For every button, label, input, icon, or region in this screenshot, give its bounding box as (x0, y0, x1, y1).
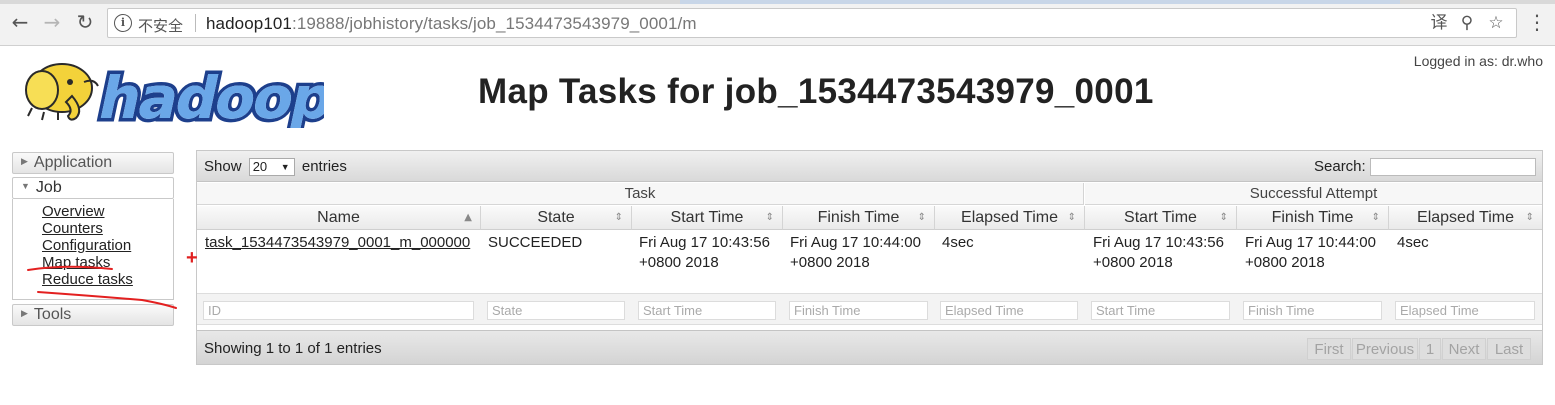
pagination-last[interactable]: Last (1487, 338, 1531, 360)
filter-attempt-finish-time-input[interactable]: Finish Time (1243, 301, 1382, 320)
sidebar-job[interactable]: ▼ Job (12, 177, 174, 199)
group-header-task: Task (197, 183, 1084, 205)
page-length-select[interactable]: 20 ▼ (248, 158, 295, 176)
sidebar-link-counters[interactable]: Counters (42, 220, 103, 237)
site-info-icon[interactable]: i (114, 14, 132, 32)
sidebar-application[interactable]: ▶ Application (12, 152, 174, 174)
column-header-elapsed-time[interactable]: Elapsed Time ⇕ (935, 206, 1085, 230)
red-annotation-marks (27, 265, 177, 309)
entries-label: entries (301, 158, 347, 175)
filter-attempt-start-time-input[interactable]: Start Time (1091, 301, 1230, 320)
browser-menu-icon[interactable]: ⋮ (1527, 9, 1547, 35)
pagination-next[interactable]: Next (1442, 338, 1486, 360)
address-url[interactable]: hadoop101:19888/jobhistory/tasks/job_153… (206, 14, 697, 34)
logged-in-user: Logged in as: dr.who (1413, 53, 1543, 69)
security-label: 不安全 (138, 17, 184, 35)
filter-id-input[interactable]: ID (203, 301, 474, 320)
search-input[interactable] (1370, 158, 1536, 176)
table-info: Showing 1 to 1 of 1 entries (204, 340, 382, 357)
zoom-icon[interactable]: ⚲ (1456, 12, 1478, 34)
active-tab-edge[interactable] (680, 0, 1400, 4)
sidebar-application-label: Application (33, 154, 113, 172)
sort-both-icon: ⇕ (1525, 212, 1534, 223)
bookmark-star-icon[interactable]: ☆ (1485, 12, 1507, 34)
address-divider (195, 14, 196, 32)
attempt-finish-time: Fri Aug 17 10:44:00 +0800 2018 (1245, 234, 1376, 271)
group-header-successful-attempt: Successful Attempt (1085, 183, 1542, 205)
column-header-name[interactable]: Name ▲ (197, 206, 481, 230)
sidebar-job-label: Job (35, 179, 62, 197)
sort-both-icon: ⇕ (917, 212, 926, 223)
table-footer: Showing 1 to 1 of 1 entries First Previo… (197, 330, 1542, 364)
translate-icon[interactable]: 译 (1428, 12, 1450, 34)
chevron-down-icon: ▼ (280, 162, 290, 172)
table-toolbar: Show 20 ▼ entries Search: (197, 151, 1542, 182)
sort-asc-icon: ▲ (464, 212, 472, 223)
svg-text:hadoop: hadoop (93, 65, 324, 128)
address-bar[interactable]: i 不安全 hadoop101:19888/jobhistory/tasks/j… (107, 8, 1517, 38)
column-header-finish-time[interactable]: Finish Time ⇕ (783, 206, 935, 230)
sort-both-icon: ⇕ (1067, 212, 1076, 223)
column-header-attempt-elapsed-time[interactable]: Elapsed Time ⇕ (1389, 206, 1542, 230)
column-header-attempt-start-time[interactable]: Start Time ⇕ (1085, 206, 1237, 230)
browser-toolbar: ← → ↻ i 不安全 hadoop101:19888/jobhistory/t… (0, 0, 1555, 46)
sort-both-icon: ⇕ (614, 212, 623, 223)
sort-both-icon: ⇕ (765, 212, 774, 223)
sidebar-link-configuration[interactable]: Configuration (42, 237, 131, 254)
show-label: Show (204, 158, 242, 175)
task-state: SUCCEEDED (488, 234, 583, 251)
task-finish-time: Fri Aug 17 10:44:00 +0800 2018 (790, 234, 921, 271)
attempt-elapsed-time: 4sec (1397, 234, 1429, 251)
map-tasks-table: Show 20 ▼ entries Search: Task Successful… (196, 150, 1543, 365)
collapsed-arrow-icon: ▶ (21, 156, 28, 166)
filter-attempt-elapsed-time-input[interactable]: Elapsed Time (1395, 301, 1535, 320)
expanded-arrow-icon: ▼ (21, 181, 30, 191)
reload-icon[interactable]: ↻ (73, 10, 97, 34)
task-elapsed-time: 4sec (942, 234, 974, 251)
filter-elapsed-time-input[interactable]: Elapsed Time (940, 301, 1078, 320)
task-start-time: Fri Aug 17 10:43:56 +0800 2018 (639, 234, 770, 271)
pagination-first[interactable]: First (1307, 338, 1351, 360)
pagination-page-1[interactable]: 1 (1419, 338, 1441, 360)
back-arrow-icon[interactable]: ← (8, 10, 32, 34)
page-length-control: Show 20 ▼ entries (204, 158, 347, 176)
sort-both-icon: ⇕ (1219, 212, 1228, 223)
filter-state-input[interactable]: State (487, 301, 625, 320)
search-label: Search: (1314, 158, 1366, 175)
column-filter-row: ID State Start Time Finish Time Elapsed … (197, 293, 1542, 325)
filter-finish-time-input[interactable]: Finish Time (789, 301, 928, 320)
forward-arrow-icon[interactable]: → (40, 10, 64, 34)
attempt-start-time: Fri Aug 17 10:43:56 +0800 2018 (1093, 234, 1224, 271)
tab-strip (0, 0, 1555, 4)
page-title: Map Tasks for job_1534473543979_0001 (478, 72, 1154, 111)
column-header-state[interactable]: State ⇕ (481, 206, 632, 230)
sort-both-icon: ⇕ (1371, 212, 1380, 223)
pagination-previous[interactable]: Previous (1352, 338, 1418, 360)
hadoop-logo[interactable]: hadoop hadoop (14, 52, 324, 128)
column-header-start-time[interactable]: Start Time ⇕ (632, 206, 783, 230)
column-header-attempt-finish-time[interactable]: Finish Time ⇕ (1237, 206, 1389, 230)
sidebar-link-overview[interactable]: Overview (42, 203, 105, 220)
filter-start-time-input[interactable]: Start Time (638, 301, 776, 320)
page-length-value: 20 (252, 159, 268, 174)
task-name-link[interactable]: task_1534473543979_0001_m_000000 (205, 233, 481, 253)
expand-row-plus-icon[interactable]: + (186, 248, 198, 268)
